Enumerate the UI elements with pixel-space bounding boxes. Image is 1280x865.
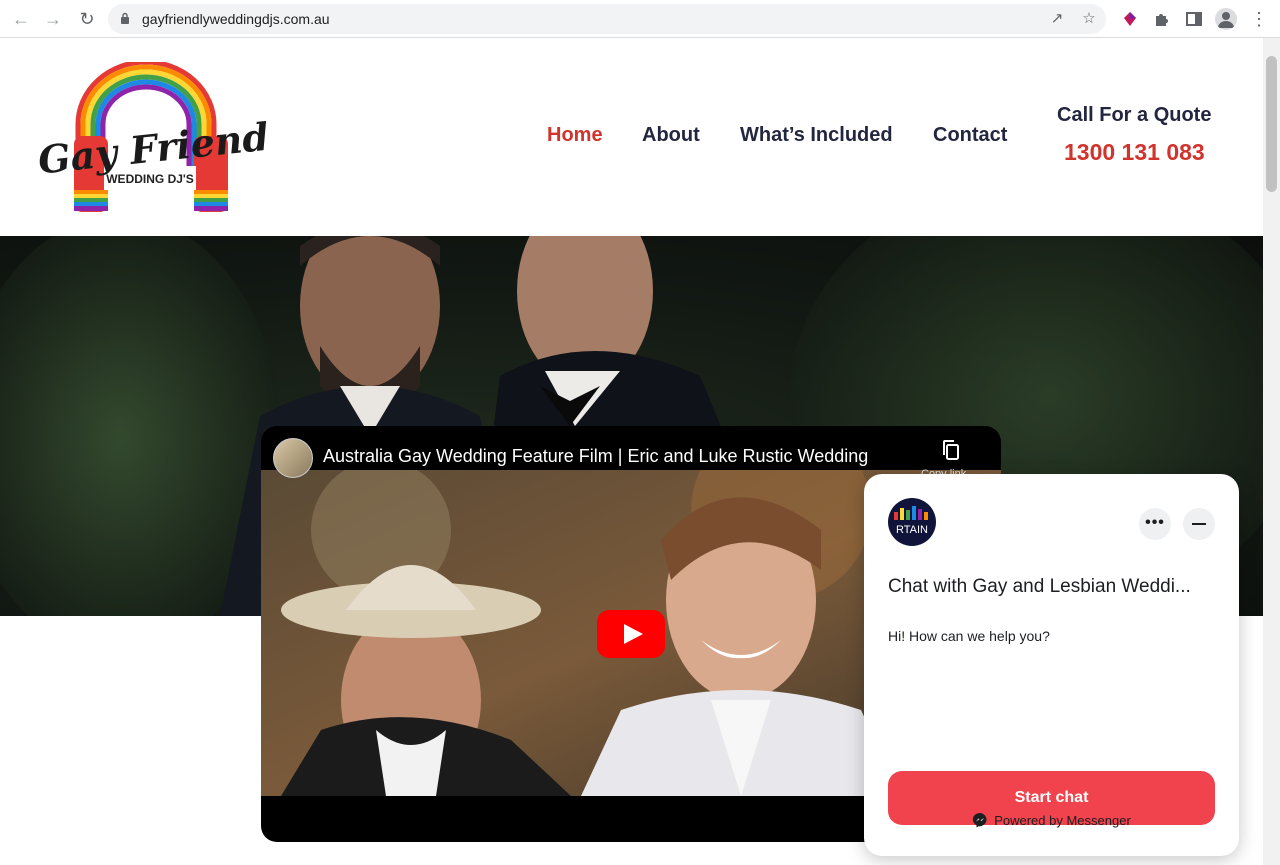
browser-toolbar: ← → ↻ gayfriendlyweddingdjs.com.au ↗ ☆ ⋮ <box>0 0 1280 38</box>
chat-title: Chat with Gay and Lesbian Weddi... <box>888 576 1191 597</box>
chat-greeting: Hi! How can we help you? <box>888 628 1050 644</box>
puzzle-icon[interactable] <box>1152 9 1172 29</box>
address-bar[interactable]: gayfriendlyweddingdjs.com.au ↗ ☆ <box>108 4 1106 34</box>
powered-by-messenger[interactable]: Powered by Messenger <box>864 812 1239 828</box>
scrollbar-thumb[interactable] <box>1266 56 1277 192</box>
more-options-icon[interactable]: ••• <box>1139 508 1171 540</box>
site-logo[interactable]: WEDDING DJ'S Gay Friendly <box>34 62 266 212</box>
nav-about[interactable]: About <box>642 124 700 147</box>
quote-phone-link[interactable]: 1300 131 083 <box>1064 139 1205 166</box>
profile-icon[interactable] <box>1215 8 1237 30</box>
site-header: WEDDING DJ'S Gay Friendly Home About Wha… <box>0 38 1263 236</box>
page-scrollbar[interactable] <box>1263 38 1280 865</box>
nav-whats-included[interactable]: What’s Included <box>740 124 893 147</box>
powered-by-label: Powered by Messenger <box>994 813 1131 828</box>
channel-avatar[interactable] <box>273 438 313 478</box>
quote-label: Call For a Quote <box>1057 104 1212 126</box>
page-avatar: RTAIN <box>888 498 936 546</box>
menu-icon[interactable]: ⋮ <box>1250 8 1268 30</box>
page-avatar-text: RTAIN <box>896 524 928 536</box>
forward-icon[interactable]: → <box>41 7 65 31</box>
url-text[interactable]: gayfriendlyweddingdjs.com.au <box>142 11 330 27</box>
minimize-icon[interactable] <box>1183 508 1215 540</box>
star-icon[interactable]: ☆ <box>1080 10 1098 28</box>
sidepanel-icon[interactable] <box>1184 9 1204 29</box>
nav-home[interactable]: Home <box>547 124 603 147</box>
copy-link-icon[interactable] <box>939 438 963 462</box>
messenger-icon <box>973 812 987 828</box>
video-title[interactable]: Australia Gay Wedding Feature Film | Eri… <box>323 446 868 467</box>
messenger-chat-widget: RTAIN ••• Chat with Gay and Lesbian Wedd… <box>864 474 1239 856</box>
play-button-icon[interactable] <box>597 610 665 658</box>
share-icon[interactable]: ↗ <box>1048 10 1066 28</box>
nav-contact[interactable]: Contact <box>933 124 1007 147</box>
webpage: WEDDING DJ'S Gay Friendly Home About Wha… <box>0 38 1263 865</box>
extension-icon[interactable] <box>1120 9 1140 29</box>
lock-icon[interactable] <box>120 12 130 24</box>
reload-icon[interactable]: ↻ <box>75 7 99 31</box>
back-icon[interactable]: ← <box>9 7 33 31</box>
